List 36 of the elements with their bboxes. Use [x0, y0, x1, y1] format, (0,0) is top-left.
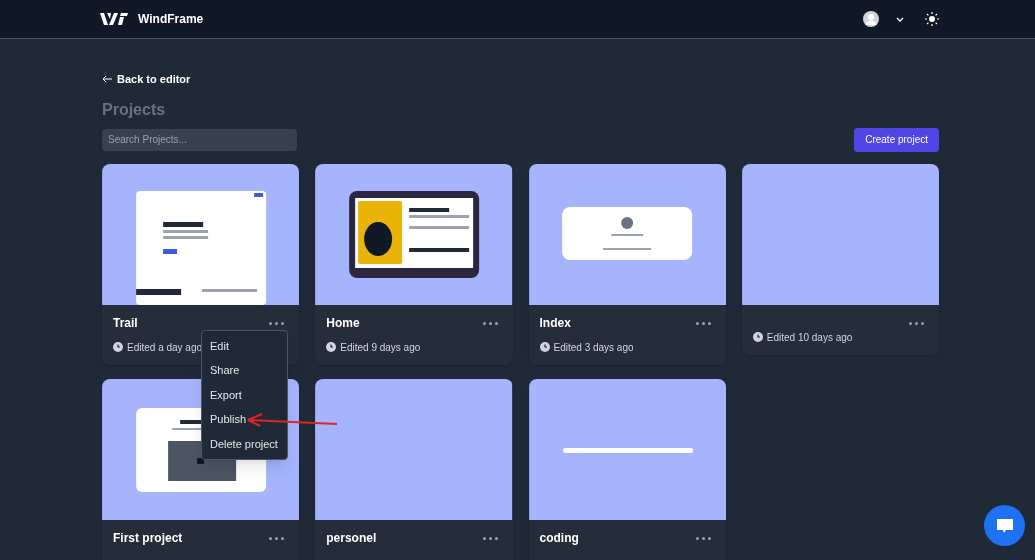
edited-time: Edited a day ago: [127, 340, 203, 355]
clock-icon: [113, 342, 123, 352]
menu-item[interactable]: Publish: [209, 407, 248, 432]
menu-item[interactable]: Export: [209, 382, 243, 407]
project-card[interactable]: Home Edited 9 days ago: [315, 163, 513, 365]
project-card[interactable]: Edited 10 days ago: [741, 163, 939, 355]
logo-icon: [100, 12, 128, 26]
project-name: First project: [113, 530, 183, 547]
clock-icon: [326, 342, 337, 352]
menu-item[interactable]: Edit: [209, 333, 230, 358]
menu-item[interactable]: Delete project: [209, 431, 279, 456]
project-name: personel: [326, 530, 377, 547]
brand-name: WindFrame: [138, 11, 204, 28]
sun-icon[interactable]: [925, 12, 939, 26]
project-card[interactable]: personel: [315, 378, 513, 560]
project-card[interactable]: Index Edited 3 days ago: [528, 163, 726, 365]
clock-icon: [752, 332, 763, 342]
chat-icon: [995, 517, 1014, 534]
create-project-button[interactable]: Create project: [854, 127, 939, 152]
edited-time: Edited 3 days ago: [553, 340, 634, 355]
back-link[interactable]: Back to editor: [102, 71, 191, 88]
project-name: Trail: [113, 315, 138, 332]
edited-time: Edited 10 days ago: [766, 330, 853, 345]
project-name: Home: [326, 315, 360, 332]
search-field[interactable]: Search Projects...: [102, 128, 297, 151]
chat-button[interactable]: [984, 505, 1025, 546]
chevron-down-icon[interactable]: [896, 16, 904, 22]
avatar-button[interactable]: [863, 11, 879, 27]
project-name: coding: [539, 530, 579, 547]
clock-icon: [539, 342, 550, 352]
edited-time: Edited 9 days ago: [340, 340, 421, 355]
project-card[interactable]: coding: [528, 378, 726, 560]
user-icon: [863, 11, 879, 27]
project-name: Index: [539, 315, 571, 332]
arrow-left-icon: [102, 75, 112, 84]
page-title: Projects: [102, 99, 167, 120]
